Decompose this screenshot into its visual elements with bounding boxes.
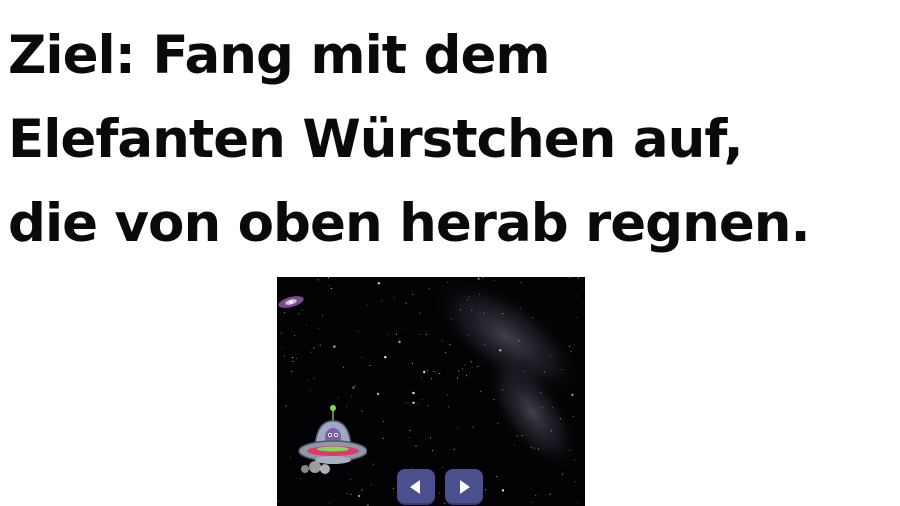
triangle-left-icon	[410, 480, 420, 494]
triangle-right-icon	[460, 480, 470, 494]
game-stage[interactable]	[277, 277, 585, 506]
goal-line-2: Elefanten Würstchen auf,	[8, 109, 744, 170]
goal-line-3: die von oben herab regnen.	[8, 193, 811, 254]
next-button[interactable]	[445, 469, 483, 505]
goal-text: Ziel: Fang mit dem Elefanten Würstchen a…	[8, 14, 898, 266]
goal-line-1: Ziel: Fang mit dem	[8, 25, 551, 86]
prev-button[interactable]	[397, 469, 435, 505]
ufo-alien-sprite[interactable]	[295, 403, 367, 483]
galaxy-icon	[278, 296, 304, 308]
